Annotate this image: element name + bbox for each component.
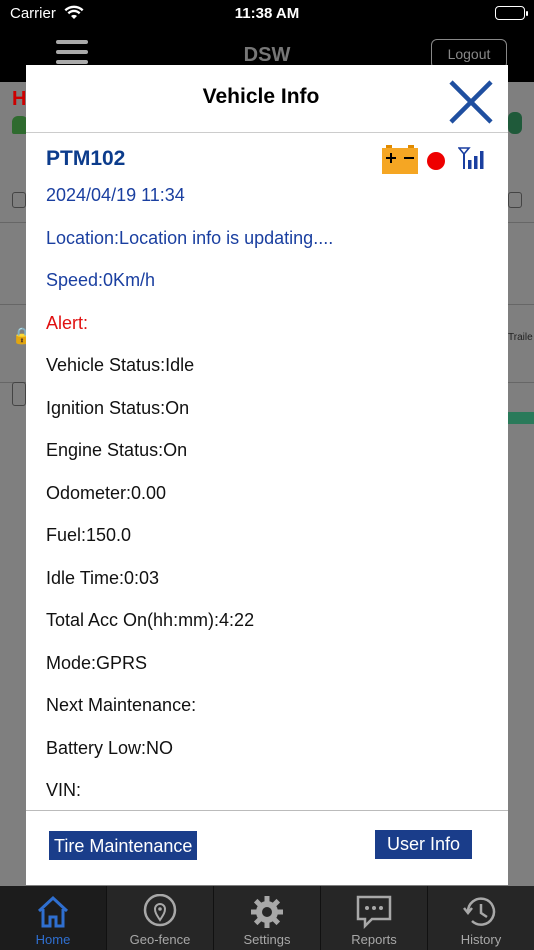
user-info-button[interactable]: User Info bbox=[375, 830, 473, 859]
tab-settings[interactable]: Settings bbox=[214, 886, 321, 950]
tire-maintenance-button[interactable]: Tire Maintenance bbox=[49, 831, 198, 860]
clock: 11:38 AM bbox=[234, 5, 300, 22]
vehicle-icon bbox=[508, 112, 522, 134]
fuel-text: Fuel:150.0 bbox=[46, 525, 132, 545]
checkbox bbox=[508, 192, 522, 208]
modal-footer: Tire Maintenance User Info bbox=[26, 810, 508, 885]
engine-status-text: Engine Status:On bbox=[46, 440, 188, 460]
idle-time-text: Idle Time:0:03 bbox=[46, 568, 160, 588]
checkbox bbox=[12, 192, 26, 208]
vehicle-status-text: Vehicle Status:Idle bbox=[46, 355, 195, 375]
battery-status-icon bbox=[495, 6, 528, 20]
tab-geo-fence[interactable]: Geo-fence bbox=[107, 886, 214, 950]
geofence-pin-icon bbox=[142, 893, 178, 930]
tab-label: Geo-fence bbox=[129, 932, 191, 947]
vin-text: VIN: bbox=[46, 780, 82, 800]
next-maintenance-text: Next Maintenance: bbox=[46, 695, 197, 715]
odometer-text: Odometer:0.00 bbox=[46, 483, 167, 503]
home-icon bbox=[35, 894, 71, 930]
datetime-text: 2024/04/19 11:34 bbox=[46, 185, 185, 205]
modal-header: Vehicle Info bbox=[26, 65, 508, 133]
mode-text: Mode:GPRS bbox=[46, 653, 148, 673]
gear-icon bbox=[249, 894, 285, 930]
close-icon[interactable] bbox=[446, 77, 496, 127]
status-dot-icon bbox=[427, 152, 445, 170]
status-bar: Carrier 11:38 AM bbox=[0, 0, 534, 30]
speed-text: Speed:0Km/h bbox=[46, 270, 156, 290]
history-clock-icon bbox=[463, 894, 499, 930]
total-acc-on-text: Total Acc On(hh:mm):4:22 bbox=[46, 610, 255, 630]
tab-label: History bbox=[460, 932, 502, 947]
trailer-label: Traile bbox=[508, 332, 533, 343]
battery-low-text: Battery Low:NO bbox=[46, 738, 174, 758]
background-heading: H bbox=[12, 88, 27, 110]
chat-bubble-icon bbox=[356, 894, 392, 930]
tab-bar: Home Geo-fence Settings Reports History bbox=[0, 886, 534, 950]
tab-label: Reports bbox=[351, 932, 397, 947]
modal-title: Vehicle Info bbox=[202, 85, 320, 108]
ignition-status-text: Ignition Status:On bbox=[46, 398, 190, 418]
car-battery-icon bbox=[382, 145, 418, 174]
tab-history[interactable]: History bbox=[428, 886, 534, 950]
vehicle-plate: PTM102 bbox=[46, 147, 126, 170]
signal-strength-icon bbox=[457, 147, 488, 169]
tab-label: Settings bbox=[243, 932, 291, 947]
alert-text: Alert: bbox=[46, 313, 89, 333]
vehicle-status-icons bbox=[382, 145, 492, 177]
vehicle-info-modal: Vehicle Info PTM102 2024/04/19 11:34 Loc… bbox=[26, 65, 508, 885]
checkbox bbox=[12, 382, 26, 406]
location-text: Location:Location info is updating.... bbox=[46, 228, 334, 248]
truck-icon bbox=[508, 412, 534, 424]
tab-home[interactable]: Home bbox=[0, 886, 107, 950]
tab-reports[interactable]: Reports bbox=[321, 886, 428, 950]
tab-label: Home bbox=[35, 932, 71, 947]
